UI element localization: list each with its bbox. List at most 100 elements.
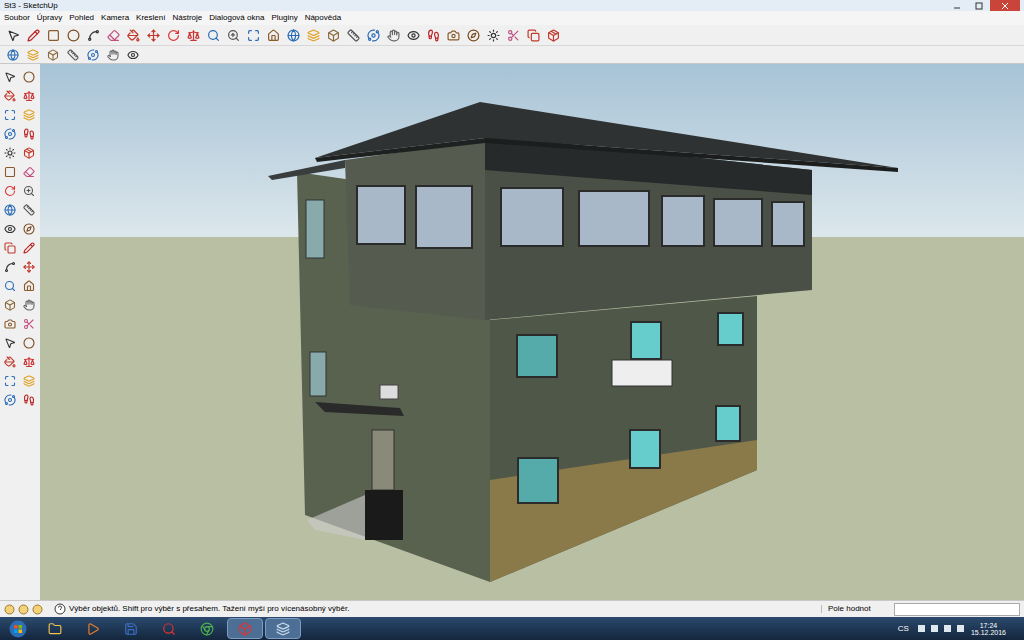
tool-button[interactable] <box>1 125 19 143</box>
clock[interactable]: 17:2415.12.2016 <box>971 622 1006 636</box>
tool-button[interactable] <box>20 296 38 314</box>
tray-icon[interactable] <box>956 624 965 633</box>
tool-button[interactable] <box>20 239 38 257</box>
tool-button[interactable] <box>304 26 322 44</box>
tool-button[interactable] <box>20 258 38 276</box>
taskbar-app[interactable] <box>113 618 149 639</box>
menu-item[interactable]: Pohled <box>69 14 94 22</box>
tool-button[interactable] <box>1 144 19 162</box>
tool-button[interactable] <box>64 46 82 64</box>
tool-button[interactable] <box>84 46 102 64</box>
tool-button[interactable] <box>1 391 19 409</box>
tool-button[interactable] <box>4 26 22 44</box>
taskbar-app[interactable] <box>265 618 301 639</box>
taskbar-app[interactable] <box>227 618 263 639</box>
tool-button[interactable] <box>464 26 482 44</box>
tool-button[interactable] <box>20 277 38 295</box>
tool-button[interactable] <box>104 26 122 44</box>
tool-button[interactable] <box>1 106 19 124</box>
tool-button[interactable] <box>20 68 38 86</box>
taskbar-app[interactable] <box>37 618 73 639</box>
menu-item[interactable]: Soubor <box>4 14 30 22</box>
tool-button[interactable] <box>344 26 362 44</box>
tool-button[interactable] <box>404 26 422 44</box>
tool-button[interactable] <box>20 334 38 352</box>
tool-button[interactable] <box>1 182 19 200</box>
tool-button[interactable] <box>20 353 38 371</box>
tool-button[interactable] <box>424 26 442 44</box>
menu-item[interactable]: Kreslení <box>136 14 165 22</box>
minimize-button[interactable] <box>946 0 968 11</box>
tool-button[interactable] <box>20 182 38 200</box>
tray-icon[interactable] <box>930 624 939 633</box>
tool-button[interactable] <box>20 391 38 409</box>
tool-button[interactable] <box>20 125 38 143</box>
tool-button[interactable] <box>1 163 19 181</box>
tool-button[interactable] <box>484 26 502 44</box>
tool-button[interactable] <box>20 163 38 181</box>
status-icon[interactable] <box>18 604 29 615</box>
tool-button[interactable] <box>1 201 19 219</box>
close-button[interactable] <box>990 0 1020 11</box>
tool-button[interactable] <box>20 315 38 333</box>
tool-button[interactable] <box>144 26 162 44</box>
tool-button[interactable] <box>504 26 522 44</box>
tool-button[interactable] <box>24 26 42 44</box>
taskbar-app[interactable] <box>75 618 111 639</box>
help-icon[interactable] <box>54 603 66 615</box>
start-button[interactable] <box>0 617 36 640</box>
tool-button[interactable] <box>524 26 542 44</box>
menu-item[interactable]: Nástroje <box>172 14 202 22</box>
tool-button[interactable] <box>20 372 38 390</box>
building-model[interactable] <box>40 64 1024 600</box>
tool-button[interactable] <box>20 201 38 219</box>
tool-button[interactable] <box>1 334 19 352</box>
tool-button[interactable] <box>104 46 122 64</box>
tool-button[interactable] <box>20 144 38 162</box>
tool-button[interactable] <box>1 258 19 276</box>
tool-button[interactable] <box>1 220 19 238</box>
tool-button[interactable] <box>44 26 62 44</box>
tool-button[interactable] <box>1 296 19 314</box>
tool-button[interactable] <box>164 26 182 44</box>
tool-button[interactable] <box>84 26 102 44</box>
tool-button[interactable] <box>384 26 402 44</box>
tool-button[interactable] <box>64 26 82 44</box>
tool-button[interactable] <box>4 46 22 64</box>
tool-button[interactable] <box>1 87 19 105</box>
tool-button[interactable] <box>44 46 62 64</box>
language-indicator[interactable]: CS <box>898 623 909 635</box>
menu-item[interactable]: Kamera <box>101 14 129 22</box>
tool-button[interactable] <box>24 46 42 64</box>
viewport[interactable] <box>40 64 1024 600</box>
tray-icon[interactable] <box>943 624 952 633</box>
status-icon[interactable] <box>32 604 43 615</box>
tool-button[interactable] <box>1 239 19 257</box>
tool-button[interactable] <box>124 46 142 64</box>
tool-button[interactable] <box>324 26 342 44</box>
tool-button[interactable] <box>1 315 19 333</box>
tool-button[interactable] <box>544 26 562 44</box>
tool-button[interactable] <box>20 220 38 238</box>
tool-button[interactable] <box>1 68 19 86</box>
tool-button[interactable] <box>1 277 19 295</box>
tool-button[interactable] <box>1 353 19 371</box>
tray-icon[interactable] <box>917 624 926 633</box>
value-field[interactable] <box>894 603 1020 616</box>
tool-button[interactable] <box>444 26 462 44</box>
tool-button[interactable] <box>224 26 242 44</box>
tool-button[interactable] <box>20 106 38 124</box>
tool-button[interactable] <box>364 26 382 44</box>
taskbar-app[interactable] <box>151 618 187 639</box>
tool-button[interactable] <box>264 26 282 44</box>
tool-button[interactable] <box>184 26 202 44</box>
menu-item[interactable]: Dialogová okna <box>209 14 264 22</box>
menu-item[interactable]: Nápověda <box>305 14 341 22</box>
menu-item[interactable]: Pluginy <box>271 14 297 22</box>
tool-button[interactable] <box>1 372 19 390</box>
maximize-button[interactable] <box>968 0 990 11</box>
taskbar-app[interactable] <box>189 618 225 639</box>
tool-button[interactable] <box>204 26 222 44</box>
status-icon[interactable] <box>4 604 15 615</box>
tool-button[interactable] <box>124 26 142 44</box>
